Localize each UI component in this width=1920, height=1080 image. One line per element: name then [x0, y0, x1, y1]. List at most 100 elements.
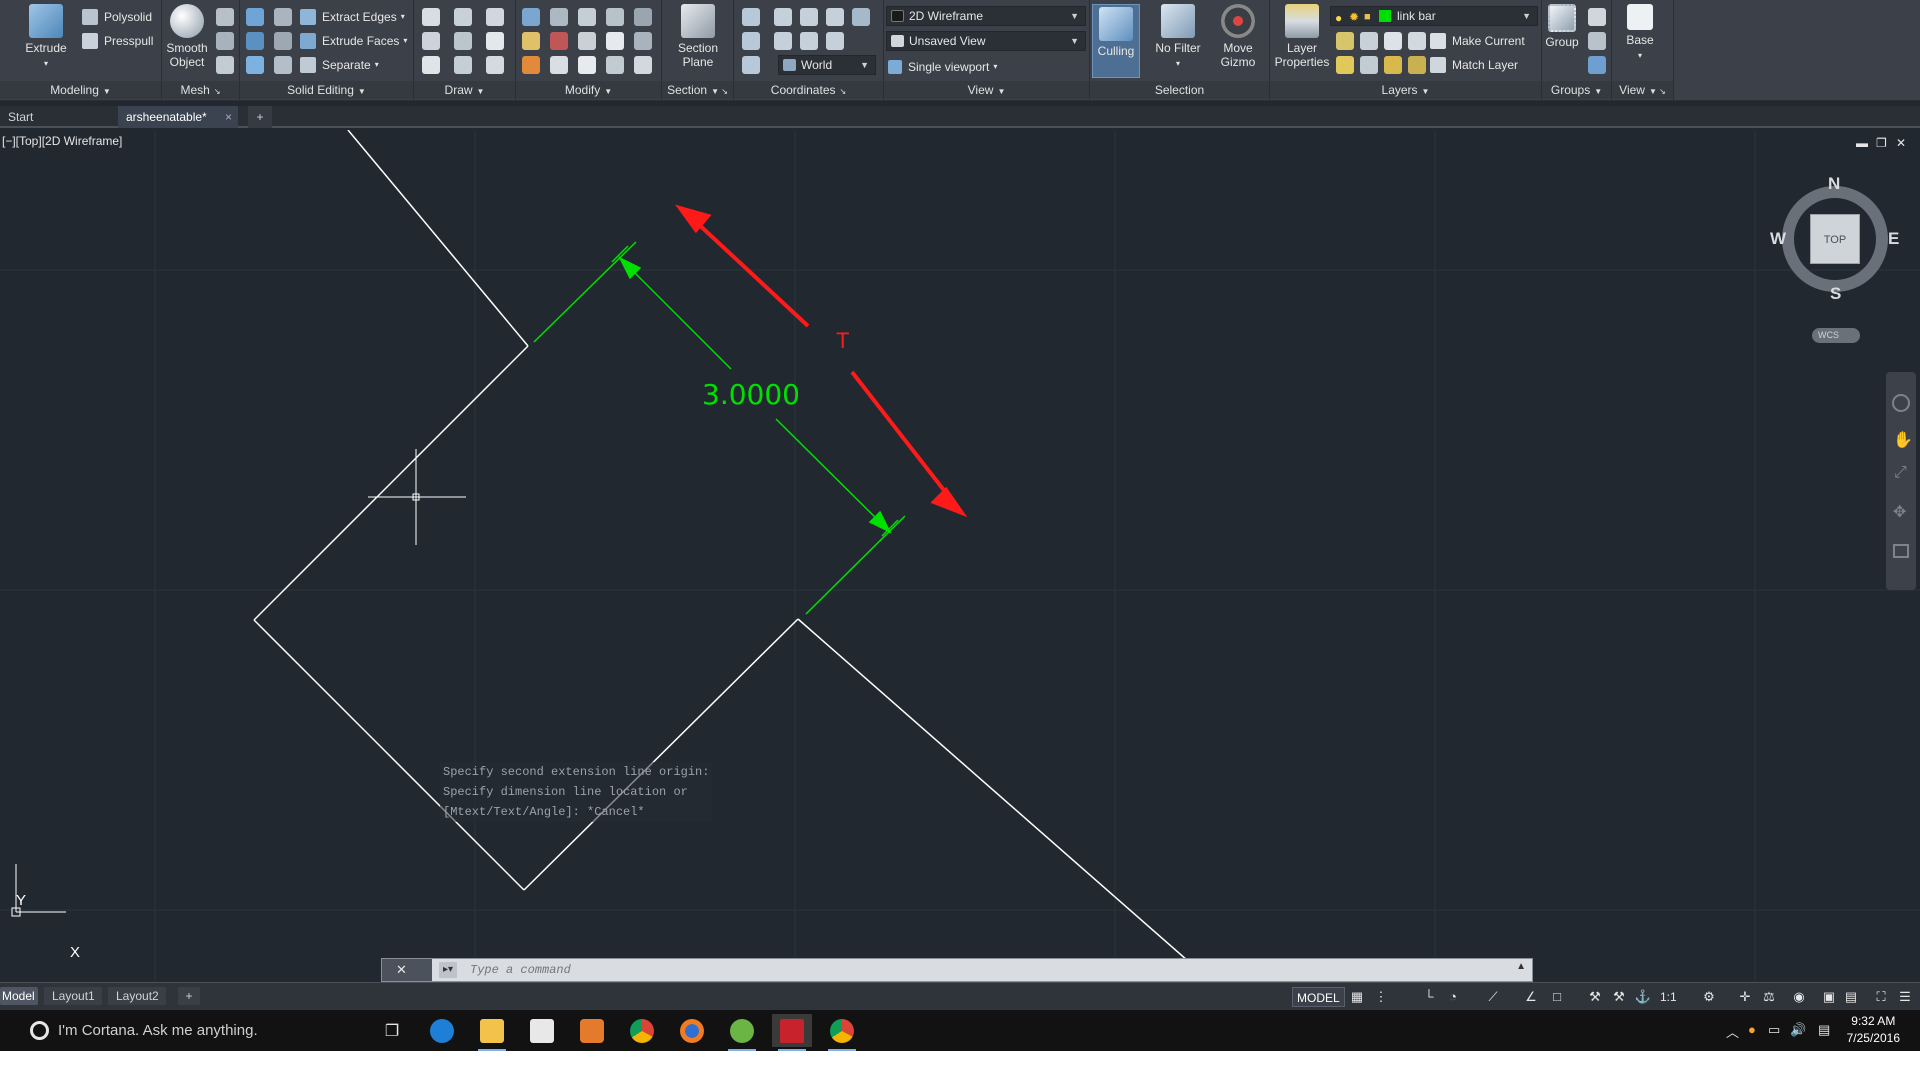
base-button[interactable]: Base ▾: [1612, 4, 1668, 63]
isolate-objects-icon[interactable]: ◉: [1790, 988, 1808, 1006]
group-select-icon[interactable]: [1588, 56, 1606, 74]
mesh-tool-icon[interactable]: [216, 32, 234, 50]
mirror-icon[interactable]: [606, 32, 624, 50]
viewport-label[interactable]: [−][Top][2D Wireframe]: [2, 134, 122, 148]
ucs-icon[interactable]: [742, 8, 760, 26]
plus-icon[interactable]: ✛: [1736, 988, 1754, 1006]
polar-icon[interactable]: ◔: [1444, 988, 1462, 1006]
autocad-taskbar-button[interactable]: [772, 1014, 812, 1051]
tab-layout2[interactable]: Layout2: [108, 987, 166, 1005]
dimension-text[interactable]: 3.0000: [702, 378, 800, 411]
ortho-icon[interactable]: └: [1420, 988, 1438, 1006]
compass-east[interactable]: E: [1888, 229, 1899, 249]
3d-rotate-icon[interactable]: [550, 8, 568, 26]
notification-icon[interactable]: ▤: [1818, 1022, 1830, 1038]
right-edge-line[interactable]: [797, 618, 1213, 982]
intersect-icon[interactable]: [246, 56, 264, 74]
object-snap-tracking-icon[interactable]: ∠: [1522, 988, 1540, 1006]
visual-style-dropdown[interactable]: 2D Wireframe ▼: [886, 6, 1086, 26]
extrude-button[interactable]: Extrude ▾: [14, 4, 78, 71]
slice-icon[interactable]: [274, 32, 292, 50]
show-hidden-icons-chevron-icon[interactable]: ︿: [1726, 1022, 1739, 1041]
ellipse-icon[interactable]: [486, 32, 504, 50]
cortana-search-box[interactable]: I'm Cortana. Ask me anything.: [0, 1010, 360, 1051]
lower-edge-line[interactable]: [523, 618, 799, 891]
task-view-button[interactable]: ❐: [372, 1014, 412, 1047]
drawing-canvas[interactable]: [0, 130, 1920, 982]
new-tab-button[interactable]: +: [248, 106, 272, 128]
snap-icon[interactable]: ⋮: [1372, 988, 1390, 1006]
annotation-scale-icon[interactable]: ⚓: [1634, 988, 1652, 1006]
ucs-3point-icon[interactable]: [742, 32, 760, 50]
compass-west[interactable]: W: [1770, 229, 1786, 249]
pan-icon[interactable]: ✋: [1893, 430, 1913, 450]
extract-edges-button[interactable]: Extract Edges ▾: [300, 6, 405, 28]
edge-taskbar-button[interactable]: [422, 1014, 462, 1047]
add-layout-button[interactable]: +: [178, 987, 200, 1005]
firefox-taskbar-button[interactable]: [672, 1014, 712, 1047]
donut-icon[interactable]: [486, 56, 504, 74]
mesh-tool-icon[interactable]: [216, 56, 234, 74]
ucs-named-icon[interactable]: [826, 8, 844, 26]
volume-icon[interactable]: 🔊: [1790, 1022, 1806, 1038]
draw-panel-title[interactable]: Draw ▼: [414, 81, 515, 99]
layer-thaw-icon[interactable]: [1384, 56, 1402, 74]
ucs-dropdown[interactable]: World ▼: [778, 55, 876, 75]
section-panel-title[interactable]: Section ▼ ↘: [662, 81, 733, 99]
tab-arsheenatable[interactable]: arsheenatable* ×: [118, 106, 238, 128]
layer-unisolate-icon[interactable]: [1360, 56, 1378, 74]
subtract-icon[interactable]: [246, 32, 264, 50]
extrude-faces-button[interactable]: Extrude Faces ▾: [300, 30, 407, 52]
layer-unlock-icon[interactable]: [1408, 56, 1426, 74]
make-current-button[interactable]: Make Current: [1430, 30, 1525, 52]
line-icon[interactable]: [454, 32, 472, 50]
clock[interactable]: 9:32 AM 7/25/2016: [1847, 1013, 1900, 1047]
stretch-icon[interactable]: [550, 56, 568, 74]
viewport-close-button[interactable]: ✕: [1896, 136, 1906, 150]
modeling-panel-title[interactable]: Modeling ▼: [0, 81, 161, 99]
chrome-window-taskbar-button[interactable]: [822, 1014, 862, 1051]
clean-screen-icon[interactable]: ▤: [1842, 988, 1860, 1006]
mesh-tool-icon[interactable]: [216, 8, 234, 26]
ucs-x-icon[interactable]: [774, 32, 792, 50]
align-icon[interactable]: [578, 56, 596, 74]
file-explorer-taskbar-button[interactable]: [472, 1014, 512, 1051]
showmotion-icon[interactable]: [1893, 544, 1909, 558]
steering-wheel-icon[interactable]: [1892, 394, 1910, 412]
circle-icon[interactable]: [486, 8, 504, 26]
separate-button[interactable]: Separate ▾: [300, 54, 379, 76]
close-icon[interactable]: ×: [225, 106, 232, 128]
groups-panel-title[interactable]: Groups ▼: [1542, 81, 1611, 99]
layers-panel-title[interactable]: Layers ▼: [1270, 81, 1541, 99]
scale-icon[interactable]: [634, 32, 652, 50]
layer-off-icon[interactable]: [1336, 32, 1354, 50]
close-icon[interactable]: ✕: [396, 962, 407, 977]
compass-north[interactable]: N: [1828, 174, 1840, 194]
thickness-label[interactable]: T: [836, 328, 849, 354]
polygon-icon[interactable]: [422, 56, 440, 74]
lower-left-edge-line[interactable]: [253, 619, 525, 891]
customization-menu-icon[interactable]: ☰: [1896, 988, 1914, 1006]
layer-isolate-icon[interactable]: [1360, 32, 1378, 50]
hardware-acceleration-icon[interactable]: ▣: [1820, 988, 1838, 1006]
workspace-gear-icon[interactable]: ⚙: [1700, 988, 1718, 1006]
zoom-extents-icon[interactable]: ⤢: [1894, 464, 1907, 482]
thicken-icon[interactable]: [274, 56, 292, 74]
isodraft-icon[interactable]: ⟋: [1484, 988, 1502, 1006]
trim-icon[interactable]: [634, 8, 652, 26]
array-icon[interactable]: [550, 32, 568, 50]
drawing-viewport[interactable]: 3.0000 T Y X [−][Top][2D Wireframe] ▬ ❐ …: [0, 130, 1920, 982]
mesh-panel-title[interactable]: Mesh ↘: [162, 81, 239, 99]
ucs-z-icon[interactable]: [826, 32, 844, 50]
base-view-panel-title[interactable]: View ▼ ↘: [1612, 81, 1673, 99]
command-input[interactable]: [470, 961, 1510, 979]
tray-app-icon[interactable]: ●: [1748, 1022, 1756, 1037]
tab-start[interactable]: Start: [0, 106, 118, 128]
section-plane-button[interactable]: Section Plane: [666, 4, 730, 69]
viewcube-top-face[interactable]: TOP: [1810, 214, 1860, 264]
spline-icon[interactable]: [422, 32, 440, 50]
union-icon[interactable]: [246, 8, 264, 26]
group-edit-icon[interactable]: [1588, 32, 1606, 50]
media-player-taskbar-button[interactable]: [572, 1014, 612, 1047]
layer-freeze-icon[interactable]: [1384, 32, 1402, 50]
